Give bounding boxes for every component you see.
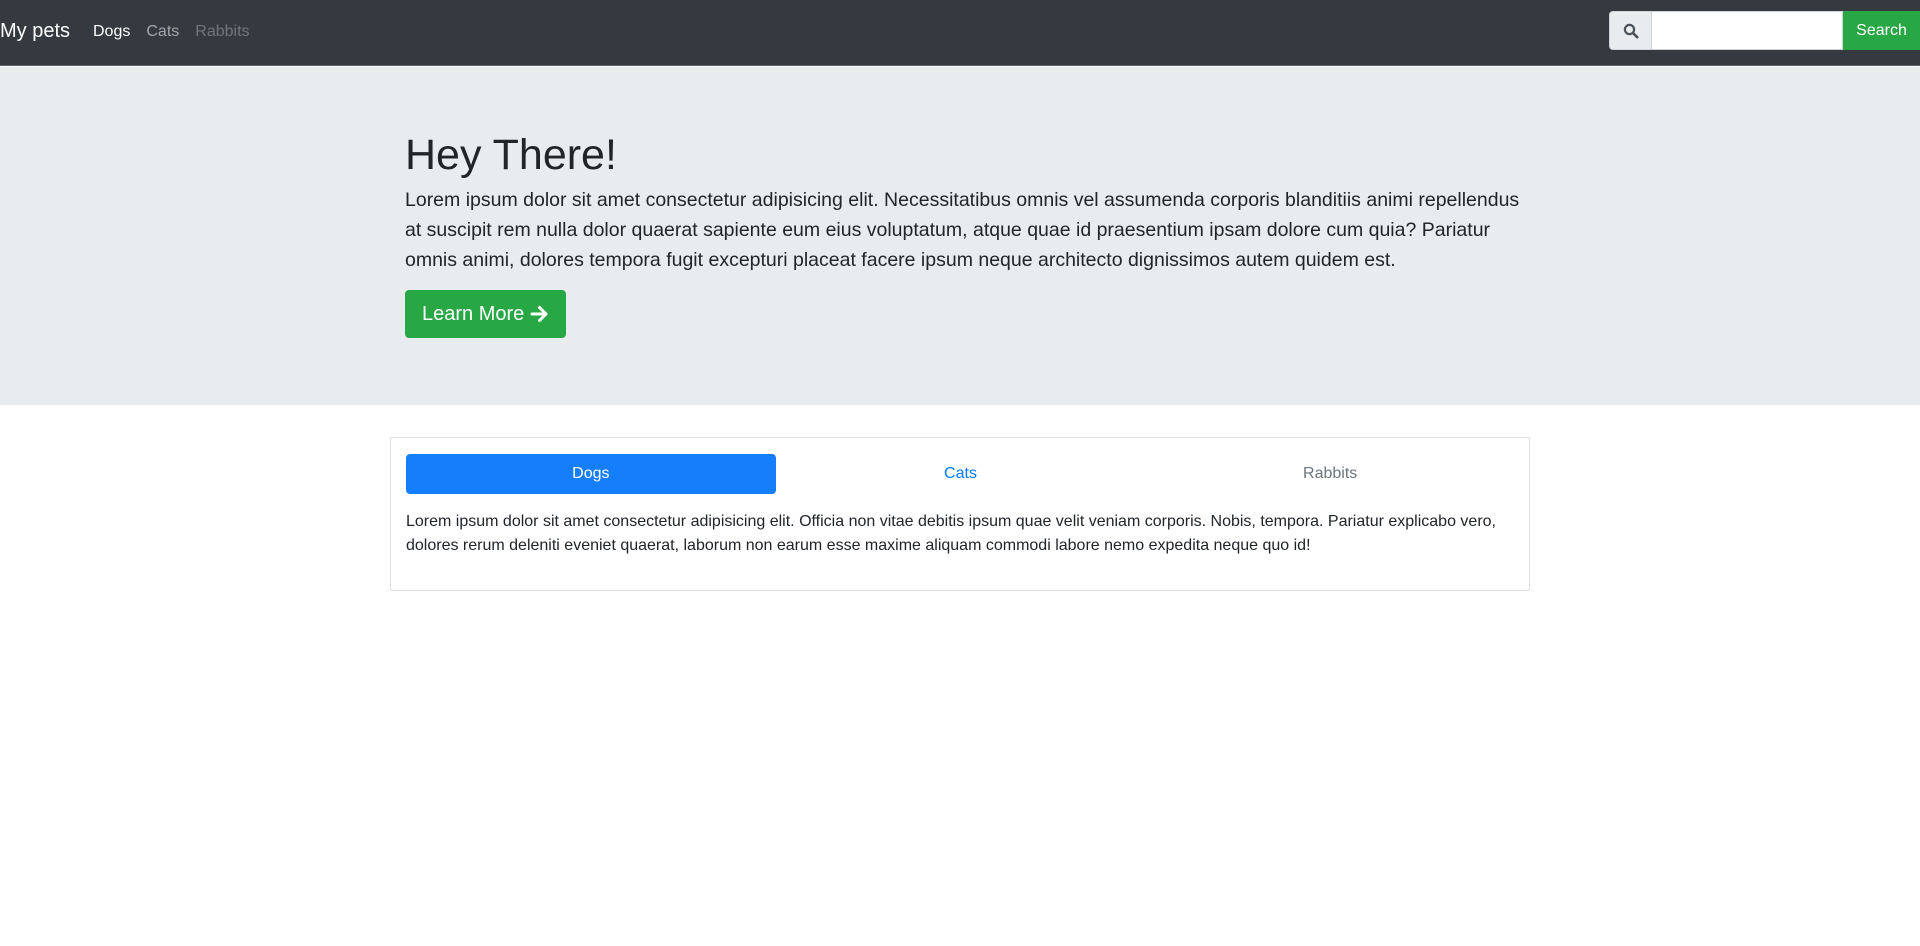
nav-links: Dogs Cats Rabbits — [93, 21, 250, 43]
pets-tab-card: Dogs Cats Rabbits Lorem ipsum dolor sit … — [390, 437, 1530, 591]
arrow-right-icon — [530, 306, 548, 322]
hero-section: Hey There! Lorem ipsum dolor sit amet co… — [0, 67, 1920, 405]
search-icon — [1623, 23, 1638, 38]
tab-dogs[interactable]: Dogs — [406, 454, 776, 494]
learn-more-button[interactable]: Learn More — [405, 290, 567, 338]
nav-link-dogs[interactable]: Dogs — [93, 21, 130, 43]
search-button[interactable]: Search — [1843, 11, 1920, 50]
nav-link-cats[interactable]: Cats — [146, 21, 179, 43]
brand-link[interactable]: My pets — [0, 18, 70, 44]
search-form: Search — [1609, 11, 1920, 50]
search-addon — [1609, 11, 1652, 50]
hero-title: Hey There! — [405, 131, 617, 179]
top-navbar: My pets Dogs Cats Rabbits Search — [0, 0, 1920, 66]
hero-content: Hey There! Lorem ipsum dolor sit amet co… — [405, 129, 1520, 338]
nav-link-rabbits: Rabbits — [195, 23, 250, 40]
tab-panel-text: Lorem ipsum dolor sit amet consectetur a… — [406, 513, 1496, 554]
learn-more-label: Learn More — [422, 302, 525, 325]
tab-rabbits[interactable]: Rabbits — [1145, 454, 1515, 494]
search-input[interactable] — [1652, 11, 1843, 50]
hero-lead: Lorem ipsum dolor sit amet consectetur a… — [405, 189, 1520, 271]
tab-cats[interactable]: Cats — [776, 454, 1146, 494]
tab-list: Dogs Cats Rabbits — [406, 454, 1515, 494]
